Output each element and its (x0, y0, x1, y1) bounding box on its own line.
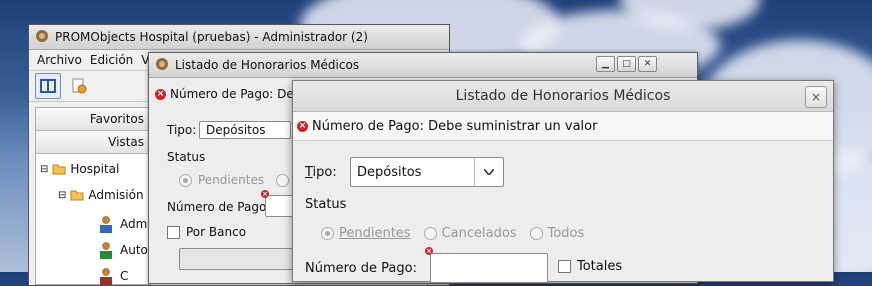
tree-label-c: C (120, 269, 129, 283)
menu-edicion[interactable]: Edición (90, 53, 133, 67)
favoritos-header[interactable]: Favoritos (36, 108, 150, 131)
person-icon (100, 216, 112, 233)
menu-archivo[interactable]: Archivo (37, 53, 82, 67)
report-tipo-value: Depósitos (206, 123, 266, 137)
settings-button[interactable] (67, 74, 91, 98)
folder-icon (52, 164, 66, 175)
radio-todos-label: Todos (547, 226, 585, 241)
report-numero-label: Número de Pago: (167, 200, 271, 214)
folder-icon (70, 190, 84, 201)
radio-cancelados[interactable] (423, 227, 437, 240)
tree-label-admision: Admisión (88, 188, 144, 202)
radio-pendientes[interactable] (321, 227, 334, 240)
dialog-error-bar: × Número de Pago: Debe suministrar un va… (293, 112, 833, 141)
tree-item-hospital[interactable]: ⊟ Hospital (40, 162, 119, 176)
app-icon (35, 29, 49, 46)
tree-label-admi: Admi (120, 217, 151, 231)
report-window-titlebar[interactable]: Listado de Honorarios Médicos ▁ □ ✕ (149, 53, 697, 78)
main-window-titlebar[interactable]: PROMObjects Hospital (pruebas) - Adminis… (29, 25, 449, 50)
main-window-title: PROMObjects Hospital (pruebas) - Adminis… (55, 30, 368, 44)
radio-icon[interactable] (276, 173, 290, 187)
tree-item-admi[interactable]: Admi (96, 214, 151, 234)
tree-label-hospital: Hospital (70, 162, 120, 176)
layout-toggle-button[interactable] (35, 73, 61, 99)
radio-pendientes-label: Pendientes (339, 226, 411, 241)
dialog-status-label: Status (305, 197, 347, 212)
tree-item-admision[interactable]: ⊟ Admisión (58, 188, 144, 202)
dialog-status-radios: Pendientes Cancelados Todos (321, 226, 584, 241)
dialog-numero-input[interactable] (430, 253, 548, 283)
radio-todos[interactable] (529, 227, 543, 240)
report-radio-pendientes-label: Pendientes (198, 173, 265, 187)
report-status-label: Status (167, 150, 206, 164)
dialog-tipo-select[interactable]: Depósitos (350, 157, 504, 187)
dialog-titlebar[interactable]: Listado de Honorarios Médicos × (293, 81, 833, 112)
report-error-message: × Número de Pago: Debe (155, 87, 309, 101)
dialog-title: Listado de Honorarios Médicos (455, 88, 671, 104)
radio-icon (179, 173, 192, 187)
collapse-icon[interactable]: ⊟ (58, 190, 66, 201)
dialog-tipo-label: Tipo: (305, 165, 337, 180)
app-icon (155, 57, 169, 74)
dialog-close-button[interactable]: × (805, 86, 827, 108)
vistas-label: Vistas (108, 135, 144, 149)
report-tipo-label: Tipo: (167, 123, 197, 137)
dialog-tipo-value: Depósitos (357, 164, 422, 180)
dialog-numero-label: Número de Pago: (305, 261, 417, 276)
report-banco-checkbox[interactable]: Por Banco (167, 225, 246, 239)
report-banco-select[interactable] (179, 248, 301, 270)
maximize-button[interactable]: □ (617, 56, 636, 72)
collapse-icon[interactable]: ⊟ (40, 164, 48, 175)
report-window-title: Listado de Honorarios Médicos (175, 58, 360, 72)
favoritos-label: Favoritos (89, 112, 144, 126)
chevron-down-icon[interactable] (474, 158, 503, 186)
honorarios-dialog: Listado de Honorarios Médicos × × Número… (292, 80, 834, 283)
tree-item-c[interactable]: C (96, 266, 128, 286)
report-error-text: Número de Pago: Debe (170, 87, 309, 101)
split-panel-icon (40, 79, 56, 93)
vistas-header[interactable]: Vistas (36, 131, 150, 154)
field-error-icon: × (261, 189, 269, 198)
close-icon: × (810, 90, 822, 104)
person-icon (100, 268, 112, 285)
dialog-error-text: Número de Pago: Debe suministrar un valo… (312, 118, 598, 134)
radio-cancelados-label: Cancelados (441, 226, 517, 241)
tree-item-autor[interactable]: Autor (96, 240, 153, 260)
report-tipo-select[interactable]: Depósitos (199, 121, 291, 139)
checkbox-icon (558, 260, 571, 273)
minimize-button[interactable]: ▁ (596, 56, 615, 72)
close-button[interactable]: ✕ (638, 56, 657, 72)
report-banco-label: Por Banco (186, 225, 247, 239)
person-icon (100, 242, 112, 259)
error-icon: × (297, 120, 308, 132)
document-gear-icon (72, 78, 87, 94)
sidebar: Favoritos Vistas ⊟ Hospital ⊟ Admisión A… (35, 107, 153, 286)
error-icon: × (155, 88, 166, 100)
checkbox-icon (167, 225, 180, 239)
